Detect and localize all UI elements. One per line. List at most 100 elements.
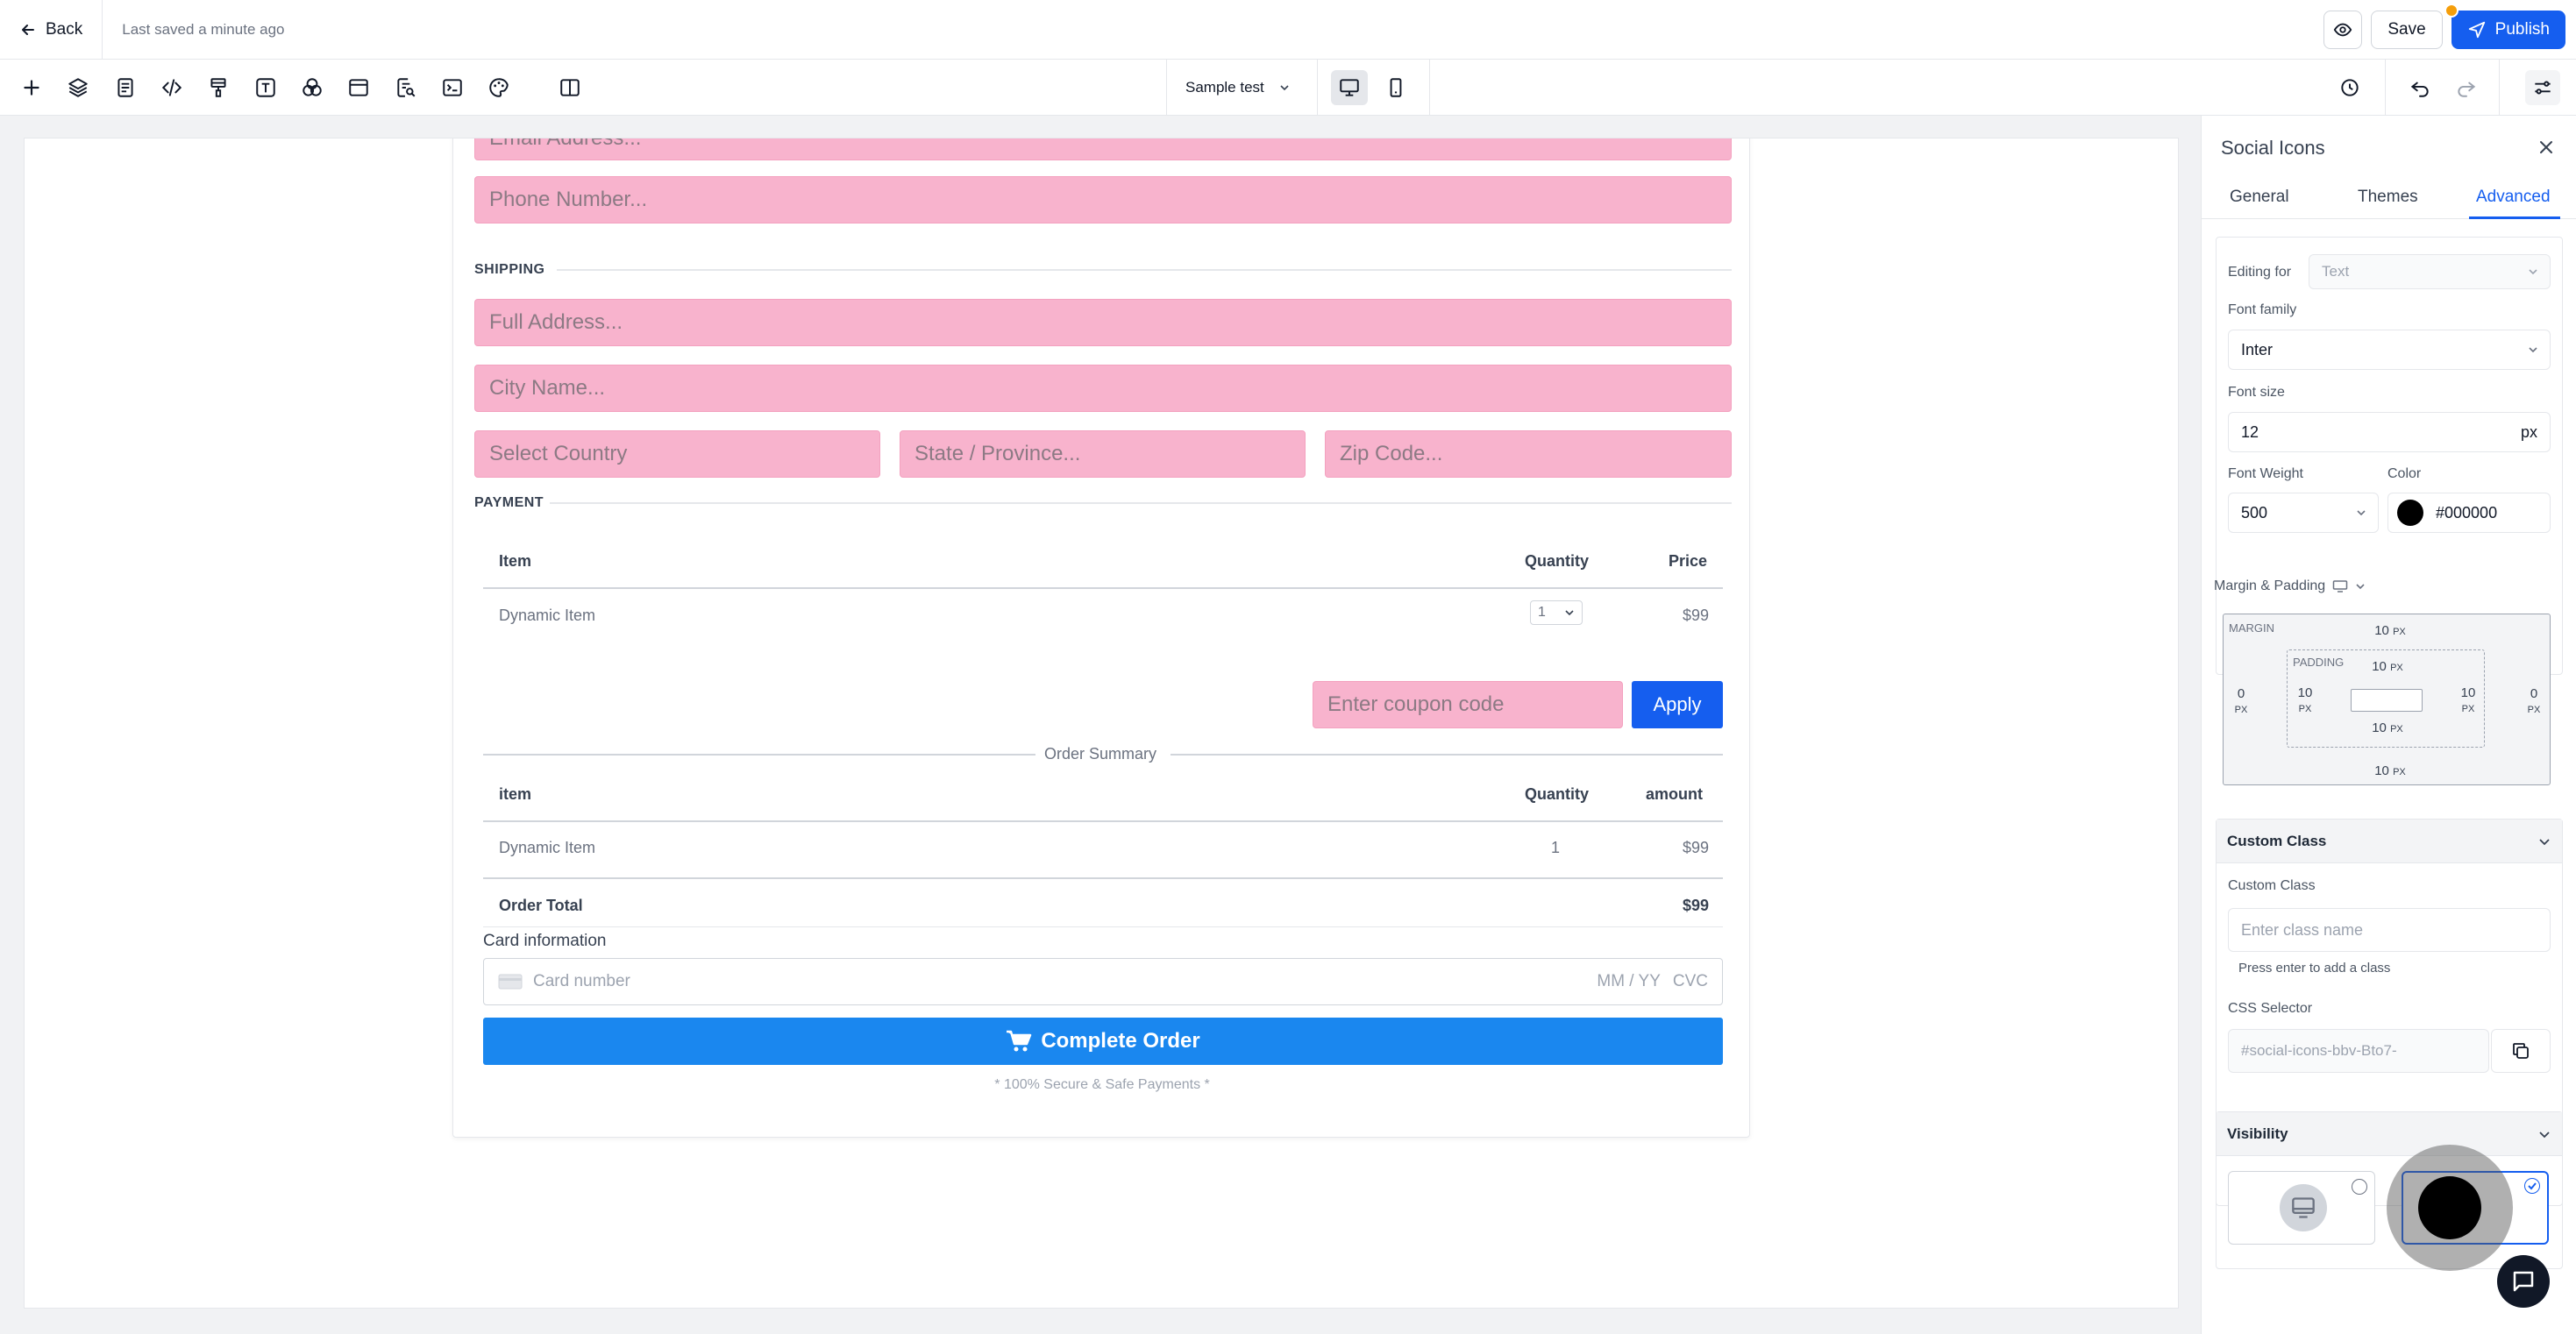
margin-left[interactable]: 0 PX	[2232, 686, 2250, 716]
chevron-down-icon	[2357, 510, 2366, 516]
font-weight-select[interactable]: 500	[2228, 493, 2379, 533]
color-label: Color	[2387, 466, 2422, 481]
copy-selector-button[interactable]	[2491, 1029, 2551, 1073]
desktop-view-button[interactable]	[1331, 70, 1368, 105]
complete-order-button[interactable]: Complete Order	[483, 1018, 1723, 1065]
padding-right[interactable]: 10 PX	[2458, 685, 2479, 715]
items-header-quantity: Quantity	[1525, 552, 1590, 570]
chevron-down-icon	[2539, 838, 2550, 845]
layout-icon[interactable]	[341, 70, 376, 105]
color-swatch[interactable]	[2397, 500, 2423, 526]
apply-coupon-button[interactable]: Apply	[1632, 681, 1723, 728]
font-size-input[interactable]: 12 px	[2228, 412, 2551, 452]
card-number-input[interactable]: Card number MM / YY CVC	[483, 958, 1723, 1005]
checkout-form[interactable]: Email Address... Phone Number... SHIPPIN…	[452, 138, 1750, 1138]
font-family-select[interactable]: Inter	[2228, 330, 2551, 370]
editing-for-select[interactable]: Text	[2309, 254, 2551, 289]
summary-header-item: item	[499, 785, 532, 803]
undo-icon[interactable]	[2402, 70, 2437, 105]
redo-icon[interactable]	[2449, 70, 2484, 105]
visibility-desktop-radio[interactable]	[2352, 1179, 2367, 1195]
terminal-icon[interactable]	[435, 70, 470, 105]
publish-button[interactable]: Publish	[2444, 4, 2565, 49]
palette-icon[interactable]	[481, 70, 516, 105]
back-button[interactable]: Back	[0, 0, 103, 60]
pages-icon[interactable]	[108, 70, 143, 105]
margin-top[interactable]: 10 PX	[2373, 623, 2408, 638]
margin-right[interactable]: 0 PX	[2525, 686, 2543, 716]
margin-padding-header[interactable]: Margin & Padding	[2214, 578, 2366, 594]
add-icon[interactable]	[14, 70, 49, 105]
chevron-down-icon	[2356, 584, 2365, 590]
chevron-down-icon	[1565, 610, 1574, 616]
saved-status: Last saved a minute ago	[122, 20, 285, 38]
save-button[interactable]: Save	[2371, 11, 2443, 49]
custom-class-input[interactable]: Enter class name	[2228, 908, 2551, 952]
code-icon[interactable]	[154, 70, 189, 105]
coupon-input[interactable]: Enter coupon code	[1313, 681, 1623, 728]
address-field[interactable]: Full Address...	[474, 299, 1732, 346]
phone-field[interactable]: Phone Number...	[474, 176, 1732, 224]
top-bar: Back Last saved a minute ago Save Publis…	[0, 0, 2576, 60]
complete-order-label: Complete Order	[1041, 1029, 1200, 1053]
custom-class-section-header[interactable]: Custom Class	[2217, 820, 2562, 863]
close-panel-button[interactable]	[2532, 133, 2560, 161]
tab-general[interactable]: General	[2230, 188, 2289, 207]
tab-themes[interactable]: Themes	[2358, 188, 2418, 207]
margin-bottom[interactable]: 10 PX	[2373, 763, 2408, 778]
split-view-icon[interactable]	[552, 70, 587, 105]
card-cvc-placeholder: CVC	[1672, 972, 1708, 990]
mobile-view-button[interactable]	[1377, 70, 1414, 105]
layers-icon[interactable]	[60, 70, 96, 105]
page-select[interactable]: Sample test	[1168, 60, 1317, 116]
quantity-select[interactable]: 1	[1530, 600, 1583, 625]
margin-padding-label: Margin & Padding	[2214, 578, 2326, 593]
summary-header-amount: amount	[1646, 785, 1703, 803]
chevron-down-icon	[2529, 269, 2537, 275]
padding-top[interactable]: 10 PX	[2370, 659, 2405, 674]
divider	[483, 877, 1723, 879]
paint-icon[interactable]	[201, 70, 236, 105]
credit-card-icon	[498, 974, 523, 990]
card-number-placeholder: Card number	[533, 972, 630, 990]
padding-bottom[interactable]: 10 PX	[2370, 720, 2405, 735]
desktop-icon	[2332, 580, 2348, 592]
city-field[interactable]: City Name...	[474, 365, 1732, 412]
chat-support-button[interactable]	[2497, 1255, 2550, 1308]
send-icon	[2468, 21, 2485, 39]
tab-advanced[interactable]: Advanced	[2476, 188, 2551, 207]
quantity-value: 1	[1538, 605, 1546, 620]
zip-field[interactable]: Zip Code...	[1325, 430, 1732, 478]
visibility-desktop-option[interactable]	[2228, 1171, 2375, 1245]
settings-sliders-icon[interactable]	[2525, 70, 2560, 105]
font-weight-value: 500	[2241, 503, 2268, 522]
css-selector-input[interactable]: #social-icons-bbv-Bto7-	[2228, 1029, 2489, 1073]
font-weight-label: Font Weight	[2228, 466, 2303, 481]
divider	[1171, 754, 1723, 756]
padding-box: PADDING 10 PX 10 PX 10 PX 10 PX	[2287, 649, 2485, 748]
visibility-section-header[interactable]: Visibility	[2217, 1112, 2562, 1156]
state-field[interactable]: State / Province...	[900, 430, 1306, 478]
card-info-label: Card information	[483, 932, 607, 950]
secure-payments-text: * 100% Secure & Safe Payments *	[994, 1077, 1210, 1092]
search-doc-icon[interactable]	[388, 70, 423, 105]
summary-row-amount: $99	[1683, 839, 1710, 856]
font-size-value: 12	[2241, 422, 2259, 441]
visibility-mobile-radio[interactable]	[2524, 1178, 2540, 1194]
content-box	[2351, 689, 2423, 712]
preview-button[interactable]	[2323, 11, 2363, 49]
desktop-icon	[2280, 1184, 2327, 1231]
text-icon[interactable]	[248, 70, 283, 105]
color-input[interactable]: #000000	[2387, 493, 2551, 533]
close-icon	[2540, 141, 2552, 153]
country-select[interactable]: Select Country	[474, 430, 880, 478]
history-icon[interactable]	[2332, 70, 2367, 105]
cursor-dot	[2418, 1176, 2481, 1239]
padding-left[interactable]: 10 PX	[2295, 685, 2316, 715]
panel-title: Social Icons	[2221, 137, 2325, 159]
shapes-icon[interactable]	[295, 70, 330, 105]
back-label: Back	[46, 19, 83, 39]
email-field[interactable]: Email Address...	[474, 138, 1732, 160]
panel-tabs: General Themes Advanced	[2202, 179, 2576, 219]
divider	[557, 269, 1732, 271]
